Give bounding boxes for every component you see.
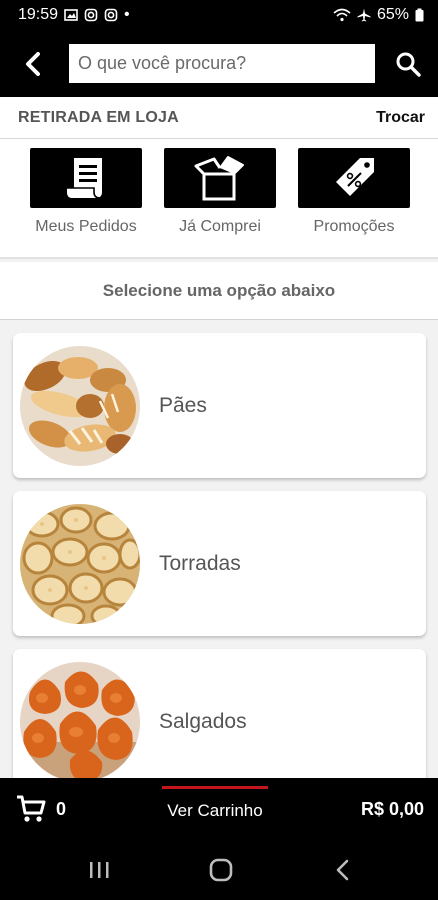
status-dot: • [124, 6, 130, 23]
category-card-salgados[interactable]: Salgados [13, 649, 426, 794]
bought-before-tile[interactable] [164, 148, 276, 208]
status-right: 65% [333, 6, 424, 24]
search-icon [396, 52, 421, 77]
back-button[interactable] [0, 30, 66, 97]
my-orders-label: Meus Pedidos [35, 218, 137, 235]
status-bar: 19:59 • 65% [0, 0, 438, 30]
system-nav-bar [0, 840, 438, 900]
coxinha-photo [20, 662, 140, 782]
app-header [0, 30, 438, 97]
bread-photo [20, 346, 140, 466]
select-option-hint: Selecione uma opção abaixo [0, 262, 438, 320]
pickup-bar: RETIRADA EM LOJA Trocar [0, 97, 438, 139]
bought-before-label: Já Comprei [179, 218, 261, 235]
category-card-paes[interactable]: Pães [13, 333, 426, 478]
my-orders-tile[interactable] [30, 148, 142, 208]
cart-total: R$ 0,00 [360, 798, 424, 819]
bought-before-shortcut[interactable]: Já Comprei [164, 148, 276, 236]
back-icon [336, 859, 349, 881]
category-name: Torradas [159, 551, 241, 575]
airplane-icon [357, 8, 371, 22]
cart-bar: 0 Ver Carrinho R$ 0,00 [0, 778, 438, 840]
status-time: 19:59 [18, 6, 59, 23]
wifi-icon [333, 8, 351, 22]
system-back-button[interactable] [318, 854, 368, 886]
discount-tag-icon [336, 158, 374, 196]
open-box-icon [194, 156, 244, 201]
cart-icon[interactable] [16, 794, 46, 824]
cart-item-count: 0 [56, 798, 67, 819]
category-name: Salgados [159, 709, 247, 733]
search-input[interactable] [69, 44, 375, 83]
recent-apps-icon [90, 862, 109, 878]
promotions-shortcut[interactable]: Promoções [298, 148, 410, 236]
battery-icon [415, 8, 424, 22]
toast-photo [20, 504, 140, 624]
chevron-left-icon [26, 51, 40, 76]
category-card-torradas[interactable]: Torradas [13, 491, 426, 636]
battery-percent: 65% [376, 6, 409, 23]
instagram-icon [104, 8, 118, 22]
my-orders-shortcut[interactable]: Meus Pedidos [30, 148, 142, 236]
search-button[interactable] [388, 47, 428, 81]
recent-apps-button[interactable] [74, 854, 124, 886]
change-pickup-link[interactable]: Trocar [376, 109, 425, 127]
home-button[interactable] [196, 854, 246, 886]
category-name: Pães [159, 393, 207, 417]
home-icon [209, 858, 233, 882]
view-cart-button[interactable]: Ver Carrinho [162, 786, 268, 832]
receipt-icon [67, 158, 102, 199]
shortcuts-row: Meus Pedidos Já Comprei Promoções [0, 139, 438, 259]
image-icon [64, 9, 78, 21]
promotions-label: Promoções [313, 218, 395, 235]
promotions-tile[interactable] [298, 148, 410, 208]
status-left: 19:59 • [18, 6, 130, 24]
instagram-icon [84, 8, 98, 22]
pickup-mode-label: RETIRADA EM LOJA [18, 108, 179, 126]
